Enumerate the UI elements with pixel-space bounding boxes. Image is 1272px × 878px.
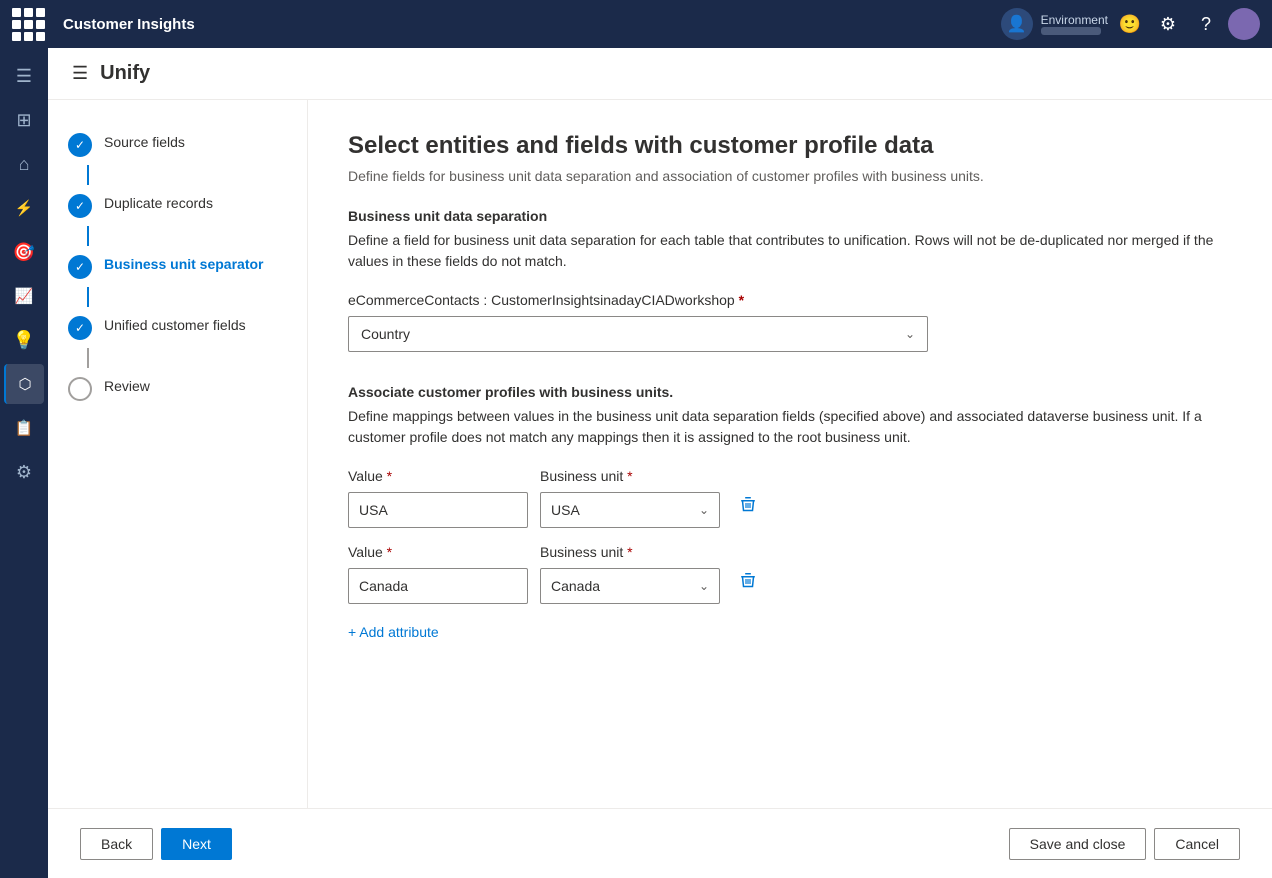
top-navigation: Customer Insights 👤 Environment 🙂 ⚙ ? [0,0,1272,48]
value-input-1[interactable] [348,492,528,528]
topnav-right: 👤 Environment 🙂 ⚙ ? [1001,8,1260,40]
business-unit-dropdown-1[interactable]: USA ⌄ [540,492,720,528]
sidebar-item-home[interactable]: ⌂ [4,144,44,184]
value-input-2[interactable] [348,568,528,604]
environment-value-blur [1041,27,1101,35]
sidebar-item-menu[interactable]: ☰ [4,56,44,96]
icon-sidebar: ☰ ⊞ ⌂ ⚡ 🎯 📈 💡 ⬡ 📋 ⚙ [0,48,48,878]
environment-info: Environment [1041,13,1108,35]
environment-label: Environment [1041,13,1108,27]
step-duplicate-records[interactable]: ✓ Duplicate records [64,185,291,226]
back-button[interactable]: Back [80,828,153,860]
business-unit-dropdown-chevron-2: ⌄ [699,579,709,593]
help-icon[interactable]: ? [1190,8,1222,40]
environment-selector[interactable]: 👤 Environment [1001,8,1108,40]
business-unit-dropdown-chevron-1: ⌄ [699,503,709,517]
required-marker-1: * [739,292,744,308]
value-col-1: Value * [348,468,528,528]
sidebar-item-data[interactable]: ⬡ [4,364,44,404]
page-header: ☰ Unify [48,48,1272,100]
sidebar-item-settings[interactable]: ⚙ [4,452,44,492]
sidebar-item-insights[interactable]: 🎯 [4,232,44,272]
content-subtitle: Define fields for business unit data sep… [348,168,1232,184]
business-unit-label-2: Business unit * [540,544,720,560]
mapping-row-2: Value * Business unit * Canada [348,544,1232,604]
save-close-button[interactable]: Save and close [1009,828,1147,860]
business-unit-section-desc: Define a field for business unit data se… [348,230,1232,272]
step-circle-duplicate: ✓ [68,194,92,218]
business-unit-dropdown-value-1: USA [551,502,580,518]
business-unit-col-2: Business unit * Canada ⌄ [540,544,720,604]
sidebar-item-analytics[interactable]: ⚡ [4,188,44,228]
country-dropdown[interactable]: Country ⌄ [348,316,928,352]
gear-icon[interactable]: ⚙ [1152,8,1184,40]
step-connector-1 [87,165,89,185]
step-business-unit[interactable]: ✓ Business unit separator [64,246,291,287]
environment-icon: 👤 [1001,8,1033,40]
business-unit-section-title: Business unit data separation [348,208,1232,224]
cancel-button[interactable]: Cancel [1154,828,1240,860]
step-connector-3 [87,287,89,307]
business-unit-label-1: Business unit * [540,468,720,484]
delete-row-1-button[interactable] [732,486,764,522]
emoji-icon[interactable]: 🙂 [1114,8,1146,40]
step-circle-review [68,377,92,401]
business-unit-dropdown-value-2: Canada [551,578,600,594]
step-label-source: Source fields [104,132,185,150]
step-connector-4 [87,348,89,368]
step-connector-2 [87,226,89,246]
next-button[interactable]: Next [161,828,232,860]
bottom-left-actions: Back Next [80,828,232,860]
step-unified-customer[interactable]: ✓ Unified customer fields [64,307,291,348]
business-unit-dropdown-2[interactable]: Canada ⌄ [540,568,720,604]
mapping-row-1: Value * Business unit * USA [348,468,1232,528]
associate-section: Associate customer profiles with busines… [348,384,1232,644]
step-label-business: Business unit separator [104,254,264,272]
dropdown-field-label: eCommerceContacts : CustomerInsightsinad… [348,292,1232,308]
add-attribute-label: + Add attribute [348,624,439,640]
bottom-right-actions: Save and close Cancel [1009,828,1240,860]
country-dropdown-chevron: ⌄ [905,327,915,341]
apps-icon[interactable] [12,8,45,41]
step-label-review: Review [104,376,150,394]
page-title: Unify [100,62,150,85]
content-title: Select entities and fields with customer… [348,132,1232,160]
step-circle-unified: ✓ [68,316,92,340]
value-col-2: Value * [348,544,528,604]
step-circle-source: ✓ [68,133,92,157]
business-unit-section: Business unit data separation Define a f… [348,208,1232,352]
add-attribute-button[interactable]: + Add attribute [348,620,1232,644]
main-content: Select entities and fields with customer… [308,100,1272,808]
step-source-fields[interactable]: ✓ Source fields [64,124,291,165]
business-unit-col-1: Business unit * USA ⌄ [540,468,720,528]
avatar[interactable] [1228,8,1260,40]
step-label-unified: Unified customer fields [104,315,246,333]
app-title: Customer Insights [63,16,989,33]
value-label-2: Value * [348,544,528,560]
sidebar-item-chart[interactable]: 📈 [4,276,44,316]
bottom-bar: Back Next Save and close Cancel [48,808,1272,878]
country-dropdown-value: Country [361,326,410,342]
steps-sidebar: ✓ Source fields ✓ Duplicate records ✓ Bu… [48,100,308,808]
step-label-duplicate: Duplicate records [104,193,213,211]
hamburger-icon[interactable]: ☰ [72,63,88,84]
step-review[interactable]: Review [64,368,291,409]
sidebar-item-report[interactable]: 📋 [4,408,44,448]
associate-section-title: Associate customer profiles with busines… [348,384,1232,400]
value-label-1: Value * [348,468,528,484]
sidebar-item-bulb[interactable]: 💡 [4,320,44,360]
delete-row-2-button[interactable] [732,562,764,598]
sidebar-item-dashboard[interactable]: ⊞ [4,100,44,140]
associate-section-desc: Define mappings between values in the bu… [348,406,1232,448]
step-circle-business: ✓ [68,255,92,279]
